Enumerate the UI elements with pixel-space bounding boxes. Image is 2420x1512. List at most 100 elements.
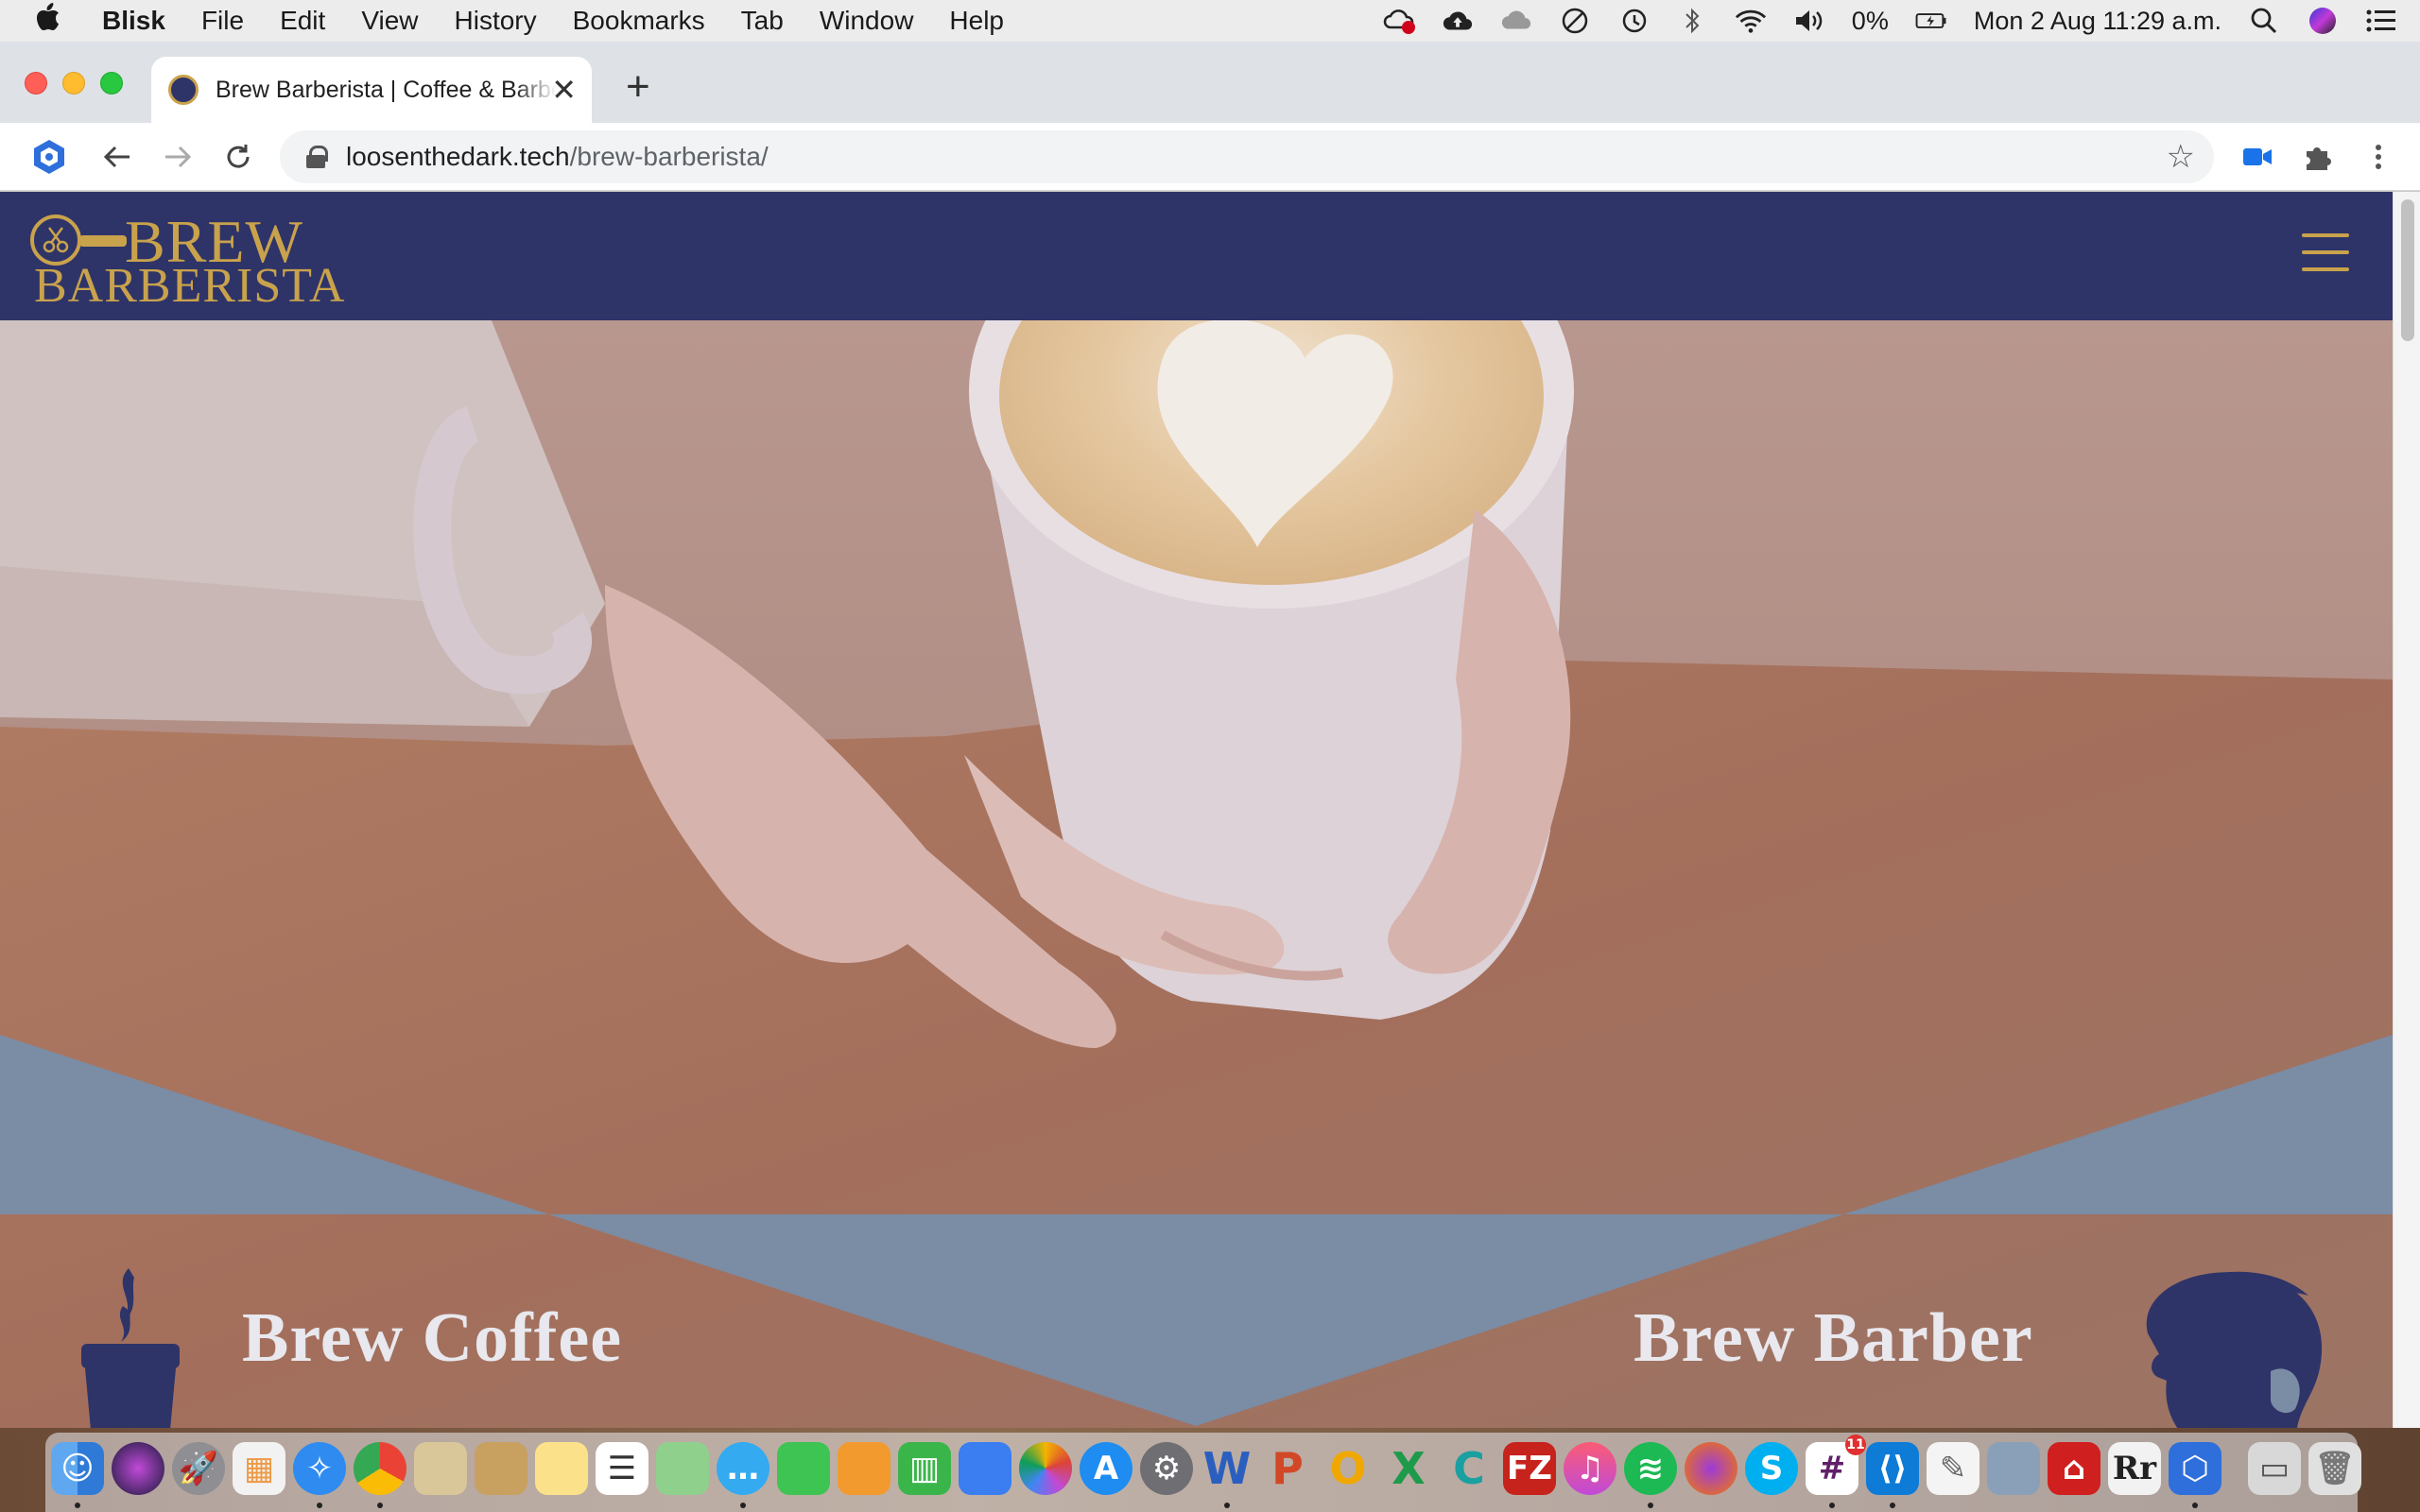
menu-window[interactable]: Window (820, 6, 914, 36)
apple-icon[interactable] (36, 3, 74, 39)
tab-close-icon[interactable]: ✕ (551, 72, 577, 108)
slack-badge: 11 (1845, 1435, 1866, 1455)
dock-notes-icon[interactable] (535, 1442, 588, 1495)
siri-icon[interactable] (2307, 5, 2339, 37)
menu-tab[interactable]: Tab (741, 6, 784, 36)
dock-screenshot-icon[interactable]: ▭ (2248, 1442, 2301, 1495)
dock-vscode-icon[interactable]: ⟨⟩ (1866, 1442, 1919, 1495)
dock-filezilla-icon[interactable]: FZ (1503, 1442, 1556, 1495)
scrollbar-thumb[interactable] (2401, 199, 2414, 341)
dock-preview-icon[interactable] (414, 1442, 467, 1495)
dock-music-icon[interactable]: ♫ (1564, 1442, 1616, 1495)
app-name-menu[interactable]: Blisk (102, 6, 165, 36)
dock-running-indicator (2192, 1503, 2198, 1508)
dock-reminders-icon[interactable]: ☰ (596, 1442, 648, 1495)
menu-edit[interactable]: Edit (280, 6, 325, 36)
dock-launchpad-icon[interactable]: 🚀 (172, 1442, 225, 1495)
time-machine-icon[interactable] (1617, 5, 1650, 37)
dock-siri-icon[interactable] (112, 1442, 164, 1495)
dock-safari-icon[interactable]: ✧ (293, 1442, 346, 1495)
dock-outlook-icon[interactable]: O (1322, 1442, 1374, 1495)
battery-icon[interactable] (1915, 5, 1947, 37)
address-bar[interactable]: loosenthedark.tech/brew-barberista/ ☆ (280, 130, 2214, 183)
dock-slack-icon[interactable]: # 11 (1806, 1435, 1866, 1495)
menu-help[interactable]: Help (949, 6, 1004, 36)
dock-acrobat-icon[interactable]: ⌂ (2048, 1442, 2100, 1495)
dock-trash-icon[interactable]: 🗑 (2308, 1442, 2361, 1495)
menu-bookmarks[interactable]: Bookmarks (573, 6, 705, 36)
dock-running-indicator (75, 1503, 80, 1508)
back-arrow-icon[interactable] (98, 138, 136, 176)
volume-icon[interactable] (1793, 5, 1825, 37)
dock-app-store-icon[interactable]: A (1080, 1442, 1132, 1495)
browser-menu-icon[interactable] (2360, 138, 2397, 176)
dock-powerpoint-icon[interactable]: P (1261, 1442, 1314, 1495)
dock-rr-icon[interactable]: Rr (2108, 1442, 2161, 1495)
dock-chrome-icon[interactable] (354, 1442, 406, 1495)
brew-coffee-link[interactable]: Brew Coffee (242, 1298, 622, 1379)
dock-maps-icon[interactable] (656, 1442, 709, 1495)
dock-photos-icon[interactable] (1019, 1442, 1072, 1495)
creative-cloud-icon[interactable] (1500, 5, 1532, 37)
dock-word-icon[interactable]: W (1201, 1442, 1253, 1495)
wifi-icon[interactable] (1735, 5, 1767, 37)
forward-arrow-icon[interactable] (159, 138, 197, 176)
coffee-cup-icon[interactable] (74, 1268, 187, 1428)
dock-blisk-icon[interactable]: ⬡ (2169, 1442, 2221, 1495)
dock-textedit-icon[interactable]: ✎ (1927, 1442, 1979, 1495)
dock-skype-icon[interactable]: S (1745, 1442, 1798, 1495)
hero-background-image (0, 320, 2393, 1428)
window-close-button[interactable] (25, 72, 47, 94)
new-tab-plus-icon[interactable]: + (626, 66, 650, 108)
window-minimize-button[interactable] (62, 72, 85, 94)
dock-facetime-icon[interactable] (777, 1442, 830, 1495)
bearded-man-icon[interactable] (2129, 1267, 2329, 1428)
video-camera-icon[interactable] (2238, 138, 2276, 176)
browser-tab[interactable]: Brew Barberista | Coffee & Barber ✕ (151, 57, 592, 123)
dock-pages-icon[interactable] (838, 1442, 890, 1495)
blisk-logo-icon[interactable] (30, 138, 68, 176)
site-favicon-icon (168, 75, 199, 105)
spotlight-search-icon[interactable] (2248, 5, 2280, 37)
bookmark-star-icon[interactable]: ☆ (2167, 138, 2195, 176)
page-scrollbar[interactable] (2393, 192, 2420, 1428)
reload-icon[interactable] (219, 138, 257, 176)
dock-firefox-icon[interactable] (1685, 1442, 1737, 1495)
bluetooth-icon[interactable] (1676, 5, 1708, 37)
dock-launchpad-grid-icon[interactable]: ▦ (233, 1442, 285, 1495)
site-header: BREW BARBERISTA (0, 192, 2393, 320)
notification-center-icon[interactable] (2365, 5, 2397, 37)
dock-spotify-icon[interactable]: ≋ (1624, 1442, 1677, 1495)
menu-bar: Blisk File Edit View History Bookmarks T… (0, 0, 2420, 42)
page-viewport: BREW BARBERISTA Brew Coffee Brew Barber (0, 192, 2393, 1428)
dock-numbers-icon[interactable]: ▥ (898, 1442, 951, 1495)
lock-icon[interactable] (306, 146, 328, 168)
window-zoom-button[interactable] (100, 72, 123, 94)
dock-messages-icon[interactable]: … (717, 1442, 769, 1495)
dock-notes-book-icon[interactable] (475, 1442, 527, 1495)
menu-history[interactable]: History (455, 6, 537, 36)
brew-barber-link[interactable]: Brew Barber (1634, 1298, 2033, 1379)
dock-finder-icon[interactable]: ☺ (51, 1442, 104, 1495)
menu-file[interactable]: File (201, 6, 244, 36)
brand-logo[interactable]: BREW BARBERISTA (30, 207, 346, 313)
dock-excel-icon[interactable]: X (1382, 1442, 1435, 1495)
cloud-upload-icon[interactable] (1442, 5, 1474, 37)
menu-view[interactable]: View (361, 6, 418, 36)
logo-line-2: BARBERISTA (34, 259, 346, 313)
menubar-clock[interactable]: Mon 2 Aug 11:29 a.m. (1974, 7, 2221, 36)
extensions-puzzle-icon[interactable] (2299, 138, 2337, 176)
dock-keynote-icon[interactable] (959, 1442, 1011, 1495)
dock-system-preferences-icon[interactable]: ⚙ (1140, 1442, 1193, 1495)
creative-cloud-alert-icon[interactable] (1383, 5, 1415, 37)
dock-running-indicator (317, 1503, 322, 1508)
browser-toolbar: loosenthedark.tech/brew-barberista/ ☆ (0, 123, 2420, 191)
hamburger-menu-icon[interactable] (2302, 233, 2349, 271)
dock-running-indicator (1648, 1503, 1653, 1508)
battery-percent[interactable]: 0% (1852, 7, 1889, 36)
do-not-disturb-icon[interactable] (1559, 5, 1591, 37)
portafilter-handle-icon (79, 235, 127, 247)
tab-strip: Brew Barberista | Coffee & Barber ✕ + (0, 42, 2420, 123)
dock-image-capture-icon[interactable] (1987, 1442, 2040, 1495)
dock-coda-icon[interactable]: C (1443, 1442, 1495, 1495)
